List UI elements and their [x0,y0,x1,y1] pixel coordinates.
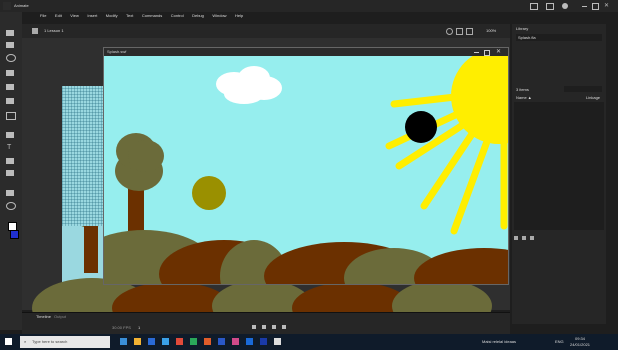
gear-icon[interactable] [562,3,568,9]
swf-minimize-icon[interactable] [474,52,479,53]
library-col-type[interactable]: Linkage [586,96,600,100]
timeline-panel: Timeline Output 30.00 FPS 1 [22,312,510,335]
swf-preview-window: Splash.swf ✕ [103,47,509,285]
edit-bar: 1 Lesson 1 100% [0,24,510,39]
taskbar: ⌕ Type here to search Maisi relelal idea… [0,334,618,350]
library-footer [514,236,604,242]
clip-icon[interactable] [456,28,463,35]
windows-start-icon[interactable] [5,338,12,345]
library-doc-name: Splash.fla [518,35,536,40]
app-icon-10[interactable] [246,338,253,345]
app-icon-7[interactable] [204,338,211,345]
new-symbol-icon[interactable] [514,236,518,240]
taskbar-time: 09:34 [575,336,586,341]
play-icon[interactable] [272,325,276,329]
subselect-tool-icon[interactable] [6,42,14,48]
paint-icon[interactable] [6,98,14,104]
library-panel: Library Splash.fla 3 items Name ▲ Linkag… [512,24,606,324]
swf-artwork [104,56,508,284]
taskbar-lang: ENG [555,339,564,344]
swf-title: Splash.swf [107,49,127,54]
zoom-level[interactable]: 100% [486,29,496,33]
tools-panel: T [0,12,22,330]
center-icon[interactable] [466,28,473,35]
stage-grid-strip [62,86,104,226]
black-ball [405,111,437,143]
app-icon-2[interactable] [134,338,141,345]
search-placeholder: Type here to search [32,339,68,344]
app-icon-6[interactable] [190,338,197,345]
arrow-tool-icon[interactable] [6,30,14,36]
olive-ball [192,176,226,210]
library-col-name[interactable]: Name ▲ [516,96,532,100]
document-tabs: SBS2006_Task1.fla C:\Users\ludka - Corey… [10,14,510,28]
app-icon-8[interactable] [218,338,225,345]
prev-frame-icon[interactable] [262,325,266,329]
eyedropper-icon[interactable] [6,170,14,176]
app-icon-11[interactable] [260,338,267,345]
app-icon-5[interactable] [176,338,183,345]
window-controls: ✕ [530,2,614,10]
menu-bar: An Animate File Edit View Insert Modify … [0,0,618,18]
app-icon-12[interactable] [274,338,281,345]
scene-icon [32,28,38,34]
tab-output[interactable]: Output [54,315,66,319]
minimize-icon[interactable] [582,6,587,7]
search-icon: ⌕ [24,339,27,344]
app-icon-1[interactable] [120,338,127,345]
lasso-tool-icon[interactable] [6,54,16,62]
brush-icon[interactable] [6,84,14,90]
maximize-icon[interactable] [592,3,599,10]
app-icon-4[interactable] [162,338,169,345]
bucket-icon[interactable] [6,158,14,164]
close-icon[interactable]: ✕ [604,3,609,9]
weather-text[interactable]: Maisi relelal ideaas [482,340,516,344]
swf-title-bar: Splash.swf ✕ [104,48,508,56]
zoom-tool-icon[interactable] [6,202,16,210]
tab-timeline[interactable]: Timeline [36,315,51,319]
pen-tool-icon[interactable] [6,70,14,76]
hand-tool-icon[interactable] [6,190,14,196]
snap-icon[interactable] [446,28,453,35]
taskbar-date: 24/01/2021 [570,342,591,347]
library-doc-select[interactable]: Splash.fla [516,34,602,41]
first-frame-icon[interactable] [252,325,256,329]
app-icon-9[interactable] [232,338,239,345]
new-folder-icon[interactable] [522,236,526,240]
an-logo-icon: An [3,2,11,18]
delete-icon[interactable] [530,236,534,240]
layout-icon[interactable] [530,3,538,10]
app-name: Animate [14,3,29,8]
fill-color-swatch[interactable] [10,230,19,239]
timeline-fps: 30.00 FPS [112,325,131,330]
scene-label[interactable]: 1 Lesson 1 [44,29,64,33]
app-icon-3[interactable] [148,338,155,345]
text-tool-icon[interactable]: T [7,144,11,151]
layout2-icon[interactable] [546,3,554,10]
rect-tool-icon[interactable] [6,112,16,120]
library-list [514,102,604,230]
taskbar-search[interactable]: ⌕ Type here to search [20,336,110,348]
next-frame-icon[interactable] [282,325,286,329]
eraser-icon[interactable] [6,132,14,138]
swf-close-icon[interactable]: ✕ [496,49,501,55]
library-search[interactable] [564,86,602,92]
library-count: 3 items [516,87,529,92]
timeline-frame: 1 [138,325,141,330]
library-header[interactable]: Library [516,27,528,31]
